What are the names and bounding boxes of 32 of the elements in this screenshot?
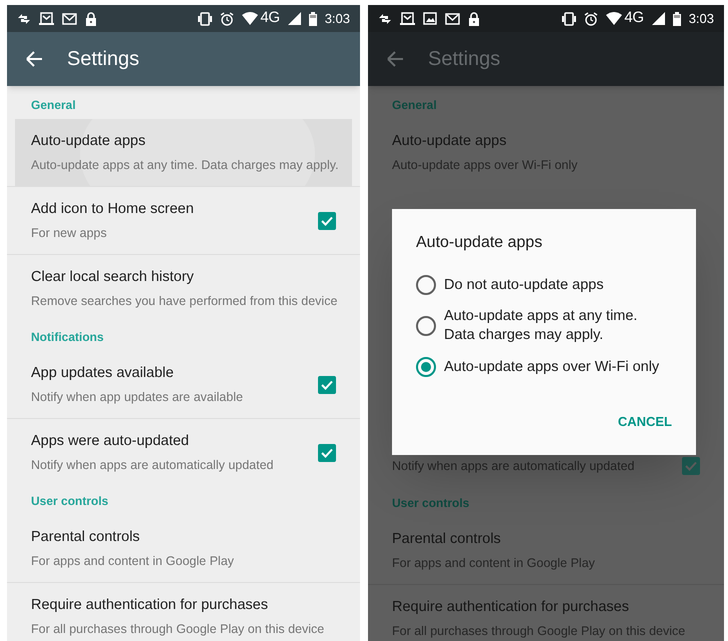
network-label: 4G (624, 8, 644, 28)
row-subtitle: Remove searches you have performed from this device (31, 292, 338, 310)
row-subtitle: Notify when apps are automatically updated (31, 456, 274, 474)
row-title: App updates available (31, 364, 175, 383)
row-title: Require authentication for purchases (392, 598, 630, 617)
section-header: User controls (392, 495, 470, 512)
section-header: General (31, 97, 76, 114)
row-subtitle: For new apps (31, 224, 108, 242)
section-header: General (392, 97, 437, 114)
row-subtitle: Auto-update apps at any time. Data charges may apply. (31, 156, 339, 174)
row-subtitle: For all purchases through Google Play on this device (31, 620, 324, 638)
toolbar-title: Settings (67, 47, 140, 72)
row-title: Parental controls (392, 530, 502, 549)
row-title: Require authentication for purchases (31, 596, 269, 615)
row-title: Auto-update apps (392, 132, 508, 151)
status-time: 3:03 (324, 10, 350, 28)
row-title: Parental controls (31, 528, 141, 547)
dialog-title: Auto-update apps (416, 233, 544, 253)
row-title: Add icon to Home screen (31, 200, 194, 219)
row-subtitle: Auto-update apps over Wi-Fi only (392, 156, 578, 174)
status-time: 3:03 (688, 10, 714, 28)
row-title: Clear local search history (31, 268, 195, 287)
row-subtitle: For apps and content in Google Play (31, 552, 234, 570)
section-header: Notifications (31, 329, 104, 346)
row-subtitle: Notify when app updates are available (31, 388, 243, 406)
row-title: Apps were auto-updated (31, 432, 190, 451)
network-label: 4G (260, 8, 280, 28)
section-header: User controls (31, 493, 108, 510)
row-title: Auto-update apps (31, 132, 146, 151)
row-subtitle: For apps and content in Google Play (392, 554, 595, 572)
toolbar-title: Settings (428, 47, 500, 72)
row-subtitle: For all purchases through Google Play on this device (392, 622, 686, 640)
